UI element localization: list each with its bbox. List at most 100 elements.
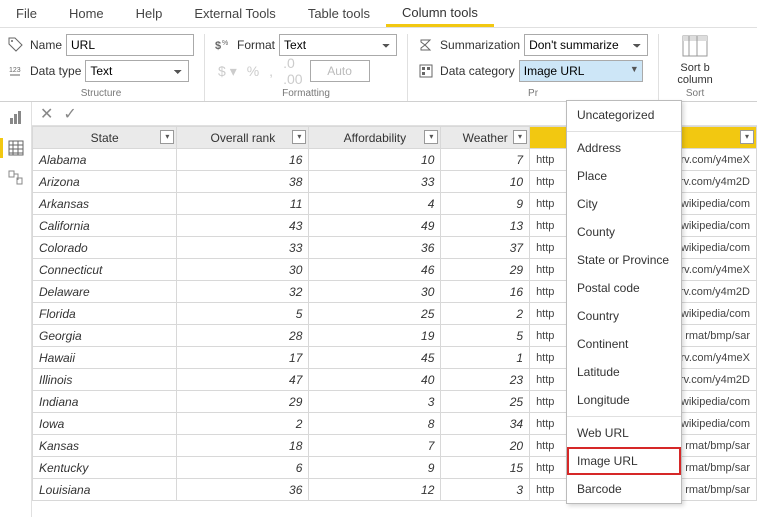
cell-state[interactable]: Arkansas (33, 193, 177, 215)
column-header[interactable]: Overall rank▾ (177, 127, 309, 149)
percent-button[interactable]: % (244, 63, 262, 79)
cell-weather[interactable]: 16 (441, 281, 530, 303)
cell-affordability[interactable]: 49 (309, 215, 441, 237)
cell-weather[interactable]: 5 (441, 325, 530, 347)
column-header[interactable]: State▾ (33, 127, 177, 149)
column-header[interactable]: Weather▾ (441, 127, 530, 149)
dropdown-option[interactable]: Barcode (567, 475, 681, 503)
cell-weather[interactable]: 29 (441, 259, 530, 281)
column-filter-icon[interactable]: ▾ (292, 130, 306, 144)
summarization-select[interactable]: Don't summarize (524, 34, 648, 56)
currency-button[interactable]: $ ▾ (215, 63, 240, 80)
sort-by-column-button[interactable]: Sort b column (669, 34, 721, 86)
cell-weather[interactable]: 25 (441, 391, 530, 413)
dropdown-option[interactable]: Continent (567, 330, 681, 358)
column-filter-icon[interactable]: ▾ (740, 130, 754, 144)
cell-weather[interactable]: 1 (441, 347, 530, 369)
cell-affordability[interactable]: 4 (309, 193, 441, 215)
dropdown-option[interactable]: Web URL (567, 419, 681, 447)
column-filter-icon[interactable]: ▾ (424, 130, 438, 144)
cell-state[interactable]: Hawaii (33, 347, 177, 369)
cell-state[interactable]: Alabama (33, 149, 177, 171)
cell-rank[interactable]: 36 (177, 479, 309, 501)
cell-rank[interactable]: 29 (177, 391, 309, 413)
cell-affordability[interactable]: 46 (309, 259, 441, 281)
cell-affordability[interactable]: 9 (309, 457, 441, 479)
cell-state[interactable]: Delaware (33, 281, 177, 303)
menu-external-tools[interactable]: External Tools (178, 0, 291, 27)
data-view-icon[interactable] (0, 138, 26, 158)
cell-affordability[interactable]: 19 (309, 325, 441, 347)
cell-weather[interactable]: 15 (441, 457, 530, 479)
thousands-button[interactable]: , (266, 63, 276, 79)
column-header[interactable]: Affordability▾ (309, 127, 441, 149)
cell-state[interactable]: Colorado (33, 237, 177, 259)
cell-state[interactable]: Indiana (33, 391, 177, 413)
cell-rank[interactable]: 28 (177, 325, 309, 347)
cell-weather[interactable]: 9 (441, 193, 530, 215)
cell-weather[interactable]: 37 (441, 237, 530, 259)
cell-affordability[interactable]: 40 (309, 369, 441, 391)
cell-weather[interactable]: 13 (441, 215, 530, 237)
cell-affordability[interactable]: 10 (309, 149, 441, 171)
cell-weather[interactable]: 2 (441, 303, 530, 325)
dropdown-option[interactable]: Address (567, 134, 681, 162)
cell-affordability[interactable]: 8 (309, 413, 441, 435)
cell-affordability[interactable]: 3 (309, 391, 441, 413)
cell-weather[interactable]: 20 (441, 435, 530, 457)
cell-rank[interactable]: 2 (177, 413, 309, 435)
cell-rank[interactable]: 32 (177, 281, 309, 303)
cell-state[interactable]: Connecticut (33, 259, 177, 281)
dropdown-option[interactable]: City (567, 190, 681, 218)
dropdown-option[interactable]: Longitude (567, 386, 681, 414)
cell-rank[interactable]: 17 (177, 347, 309, 369)
menu-file[interactable]: File (0, 0, 53, 27)
cell-rank[interactable]: 11 (177, 193, 309, 215)
report-view-icon[interactable] (6, 108, 26, 128)
cell-state[interactable]: Florida (33, 303, 177, 325)
cell-state[interactable]: Kentucky (33, 457, 177, 479)
dropdown-option[interactable]: Latitude (567, 358, 681, 386)
cell-state[interactable]: California (33, 215, 177, 237)
dropdown-option[interactable]: County (567, 218, 681, 246)
dropdown-option[interactable]: Postal code (567, 274, 681, 302)
cell-rank[interactable]: 47 (177, 369, 309, 391)
menu-help[interactable]: Help (120, 0, 179, 27)
cell-state[interactable]: Louisiana (33, 479, 177, 501)
cell-rank[interactable]: 18 (177, 435, 309, 457)
name-input[interactable] (66, 34, 194, 56)
cell-affordability[interactable]: 36 (309, 237, 441, 259)
datatype-select[interactable]: Text (85, 60, 189, 82)
cell-affordability[interactable]: 45 (309, 347, 441, 369)
cancel-icon[interactable]: ✕ (40, 104, 53, 124)
cell-state[interactable]: Kansas (33, 435, 177, 457)
cell-state[interactable]: Iowa (33, 413, 177, 435)
cell-affordability[interactable]: 25 (309, 303, 441, 325)
cell-rank[interactable]: 30 (177, 259, 309, 281)
cell-rank[interactable]: 38 (177, 171, 309, 193)
cell-rank[interactable]: 6 (177, 457, 309, 479)
dropdown-option[interactable]: Image URL (567, 447, 681, 475)
cell-rank[interactable]: 43 (177, 215, 309, 237)
cell-rank[interactable]: 33 (177, 237, 309, 259)
menu-table-tools[interactable]: Table tools (292, 0, 386, 27)
commit-icon[interactable]: ✓ (63, 104, 76, 124)
cell-state[interactable]: Illinois (33, 369, 177, 391)
model-view-icon[interactable] (6, 168, 26, 188)
cell-rank[interactable]: 16 (177, 149, 309, 171)
cell-state[interactable]: Georgia (33, 325, 177, 347)
cell-weather[interactable]: 3 (441, 479, 530, 501)
column-filter-icon[interactable]: ▾ (513, 130, 527, 144)
cell-rank[interactable]: 5 (177, 303, 309, 325)
datacategory-select[interactable] (519, 60, 643, 82)
cell-affordability[interactable]: 12 (309, 479, 441, 501)
cell-affordability[interactable]: 33 (309, 171, 441, 193)
dropdown-option[interactable]: Uncategorized (567, 101, 681, 129)
cell-weather[interactable]: 10 (441, 171, 530, 193)
menu-column-tools[interactable]: Column tools (386, 0, 494, 27)
dropdown-option[interactable]: State or Province (567, 246, 681, 274)
cell-state[interactable]: Arizona (33, 171, 177, 193)
cell-weather[interactable]: 23 (441, 369, 530, 391)
dropdown-option[interactable]: Country (567, 302, 681, 330)
cell-affordability[interactable]: 30 (309, 281, 441, 303)
